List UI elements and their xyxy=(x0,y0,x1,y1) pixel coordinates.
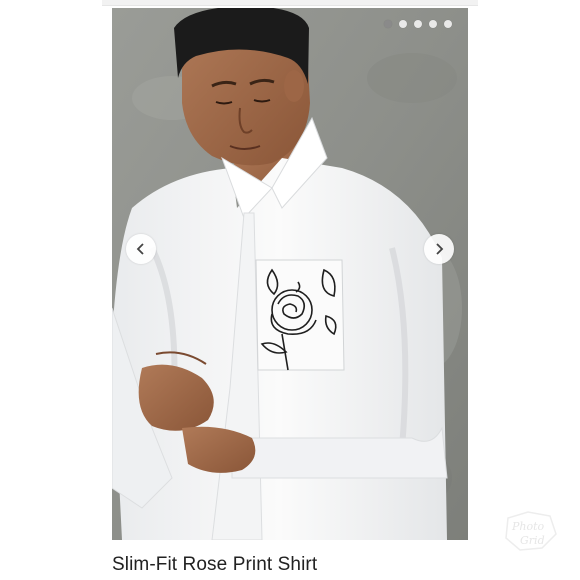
chevron-right-icon xyxy=(436,243,444,255)
svg-text:Grid: Grid xyxy=(520,534,545,547)
gallery-dot[interactable] xyxy=(414,20,422,28)
gallery-dot[interactable] xyxy=(429,20,437,28)
next-image-button[interactable] xyxy=(424,234,454,264)
gallery-dot[interactable] xyxy=(444,20,452,28)
product-title: Slim-Fit Rose Print Shirt xyxy=(112,554,318,575)
product-image-gallery[interactable] xyxy=(112,8,468,540)
gallery-pagination-dots[interactable] xyxy=(384,20,452,28)
photo-grid-watermark: Photo Grid xyxy=(505,511,557,551)
top-bar-strip xyxy=(102,0,478,6)
chevron-left-icon xyxy=(136,243,144,255)
previous-image-button[interactable] xyxy=(126,234,156,264)
gallery-dot[interactable] xyxy=(384,20,392,28)
product-photo xyxy=(112,8,468,540)
svg-text:Photo: Photo xyxy=(511,520,545,533)
gallery-dot[interactable] xyxy=(399,20,407,28)
top-bar xyxy=(0,0,580,6)
